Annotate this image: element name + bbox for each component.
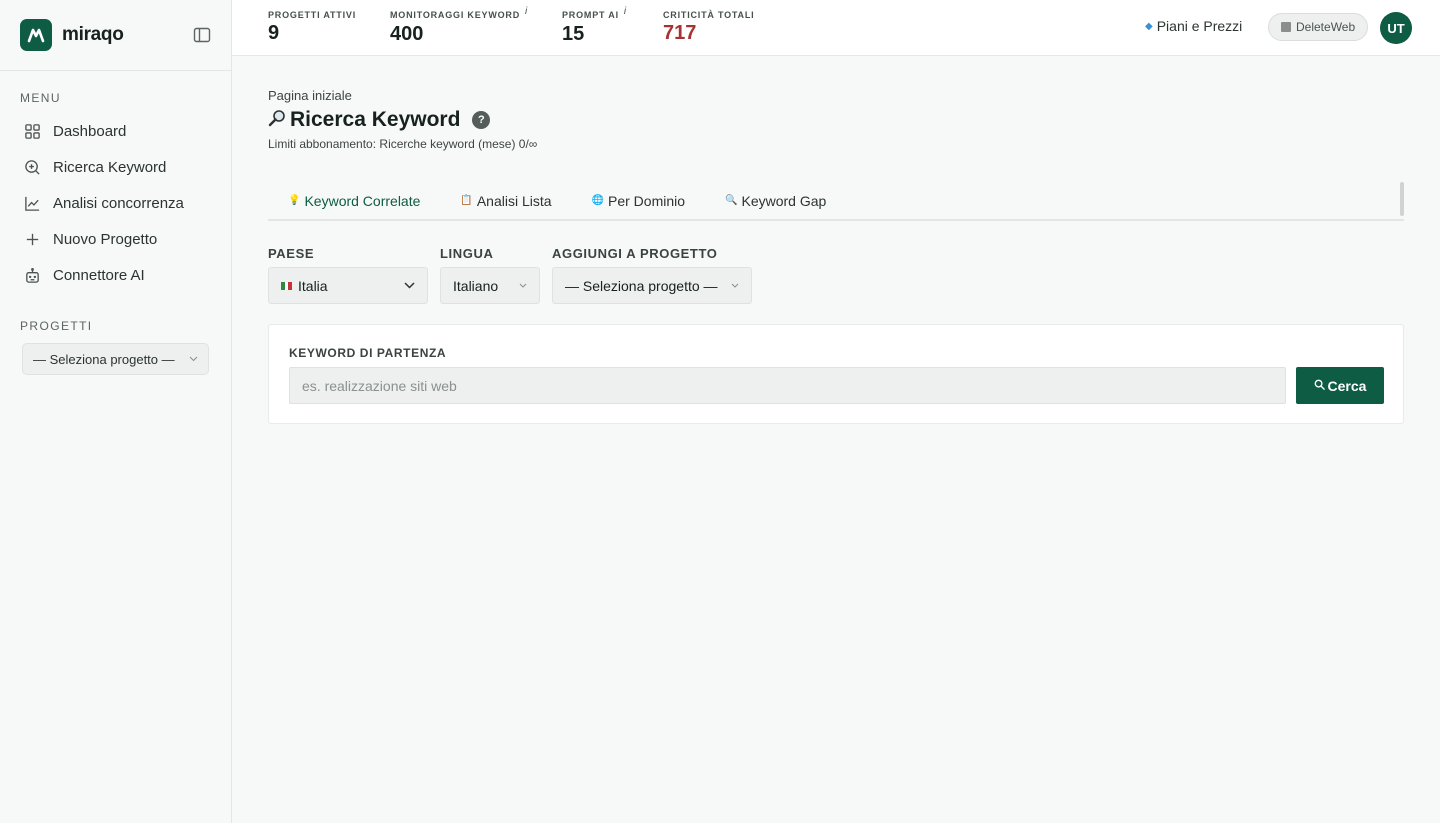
avatar[interactable]: UT [1380, 12, 1412, 44]
country-select-text: Italia [298, 277, 328, 294]
project-select-value: — Seleziona progetto — [565, 277, 718, 294]
country-select[interactable]: Italia [268, 267, 428, 304]
search-icon [25, 159, 40, 175]
sidebar-project-select-value: — Seleziona progetto — [33, 351, 175, 367]
globe-icon: 🌐 [591, 195, 604, 206]
sidebar-project-select[interactable]: — Seleziona progetto — [22, 343, 209, 375]
chevron-down-icon [404, 282, 415, 289]
stat-prompt-ai: PROMPT AI i 15 [562, 6, 627, 46]
stat-monitoraggi-keyword: MONITORAGGI KEYWORD i 400 [390, 6, 528, 46]
stat-label: MONITORAGGI KEYWORD i [390, 6, 528, 21]
projects-heading: PROGETTI [20, 319, 93, 333]
chevron-down-icon [189, 356, 198, 362]
sidebar-item-ricerca-keyword[interactable]: Ricerca Keyword [0, 149, 231, 185]
magnifier-icon [1314, 379, 1325, 393]
sidebar-menu: Dashboard Ricerca Keyword Analisi concor… [0, 113, 231, 293]
sidebar-item-nuovo-progetto[interactable]: Nuovo Progetto [0, 221, 231, 257]
country-label: PAESE [268, 246, 315, 261]
workspace-badge[interactable]: DeleteWeb [1268, 13, 1369, 41]
stat-label-text: PROMPT AI [562, 10, 619, 20]
plus-icon [26, 233, 39, 245]
sidebar-toggle-icon[interactable] [193, 26, 211, 44]
search-label: KEYWORD DI PARTENZA [289, 346, 447, 360]
stat-label-text: MONITORAGGI KEYWORD [390, 10, 521, 20]
search-card: KEYWORD DI PARTENZA Cerca [268, 324, 1404, 424]
project-label: AGGIUNGI A PROGETTO [552, 246, 718, 261]
pricing-link-label: Piani e Prezzi [1156, 18, 1243, 34]
language-select-value: Italiano [453, 277, 499, 294]
workspace-name: DeleteWeb [1296, 20, 1356, 34]
robot-icon [26, 267, 39, 283]
stat-label-text: PROGETTI ATTIVI [268, 10, 356, 20]
sidebar-item-label: Connettore AI [53, 266, 145, 284]
stat-criticita-totali: CRITICITÀ TOTALI 717 [663, 10, 754, 45]
stat-label: CRITICITÀ TOTALI [663, 10, 754, 20]
language-select[interactable]: Italiano [440, 267, 540, 304]
tab-scrollbar[interactable] [1400, 182, 1404, 216]
grid-icon [25, 123, 40, 139]
magnifier-icon [268, 109, 286, 132]
stat-value: 15 [562, 23, 585, 45]
sidebar-item-connettore-ai[interactable]: Connettore AI [0, 257, 231, 293]
logo-icon[interactable] [20, 19, 52, 51]
stat-value: 400 [390, 23, 424, 45]
breadcrumb[interactable]: Pagina iniziale [268, 88, 352, 103]
subscription-limits: Limiti abbonamento: Ricerche keyword (me… [268, 137, 538, 151]
app-root: miraqo MENU Dashboard Ricerca Keyword An… [0, 0, 1440, 823]
search-button[interactable]: Cerca [1296, 367, 1384, 404]
gem-icon: ◆ [1145, 20, 1153, 32]
sidebar-item-label: Dashboard [53, 122, 127, 140]
building-icon [1281, 22, 1291, 32]
help-icon[interactable]: ? [472, 111, 491, 129]
pricing-link[interactable]: ◆ Piani e Prezzi [1145, 18, 1242, 34]
tab-label: Keyword Correlate [304, 192, 421, 209]
main-content: Pagina iniziale Ricerca Keyword ? Limiti… [232, 56, 1440, 823]
tab-label: Per Dominio [608, 192, 686, 209]
page-title-text: Ricerca Keyword [290, 108, 461, 131]
chevron-down-icon [731, 283, 739, 288]
brand-name: miraqo [62, 24, 124, 45]
stat-value: 717 [663, 22, 697, 44]
sidebar-item-label: Ricerca Keyword [53, 158, 167, 176]
stat-label: PROMPT AI i [562, 6, 627, 21]
project-select[interactable]: — Seleziona progetto — [552, 267, 752, 304]
stat-value: 9 [268, 22, 280, 44]
sidebar-item-label: Analisi concorrenza [53, 194, 184, 212]
keyword-search-input[interactable] [289, 367, 1286, 404]
menu-heading: MENU [20, 91, 61, 105]
stat-progetti-attivi: PROGETTI ATTIVI 9 [268, 10, 356, 45]
sidebar: miraqo MENU Dashboard Ricerca Keyword An… [0, 0, 232, 823]
tab-label: Analisi Lista [476, 192, 552, 209]
brand: miraqo [0, 0, 231, 71]
sidebar-item-analisi-concorrenza[interactable]: Analisi concorrenza [0, 185, 231, 221]
stat-label: PROGETTI ATTIVI [268, 10, 356, 20]
sidebar-item-label: Nuovo Progetto [53, 230, 158, 248]
magnifier-icon: 🔍 [725, 195, 738, 206]
sidebar-item-dashboard[interactable]: Dashboard [0, 113, 231, 149]
tab-keyword-gap[interactable]: 🔍 Keyword Gap [707, 182, 844, 219]
info-icon[interactable]: i [525, 6, 528, 17]
clipboard-icon: 📋 [460, 195, 473, 206]
chart-line-icon [25, 196, 40, 211]
tab-per-dominio[interactable]: 🌐 Per Dominio [574, 182, 703, 219]
info-icon[interactable]: i [624, 6, 627, 17]
chevron-down-icon [519, 283, 527, 288]
tab-analisi-lista[interactable]: 📋 Analisi Lista [442, 182, 569, 219]
search-button-label: Cerca [1327, 377, 1367, 394]
flag-italy-icon [281, 281, 293, 290]
page-title: Ricerca Keyword ? [268, 108, 491, 132]
language-label: LINGUA [440, 246, 494, 261]
tab-bar: 💡 Keyword Correlate 📋 Analisi Lista 🌐 Pe… [268, 182, 1404, 221]
stat-label-text: CRITICITÀ TOTALI [663, 10, 755, 20]
tab-keyword-correlate[interactable]: 💡 Keyword Correlate [268, 182, 438, 219]
lightbulb-icon: 💡 [288, 195, 301, 206]
top-bar: PROGETTI ATTIVI 9 MONITORAGGI KEYWORD i 4… [232, 0, 1440, 56]
country-select-value: Italia [281, 278, 328, 294]
tab-label: Keyword Gap [741, 192, 827, 209]
